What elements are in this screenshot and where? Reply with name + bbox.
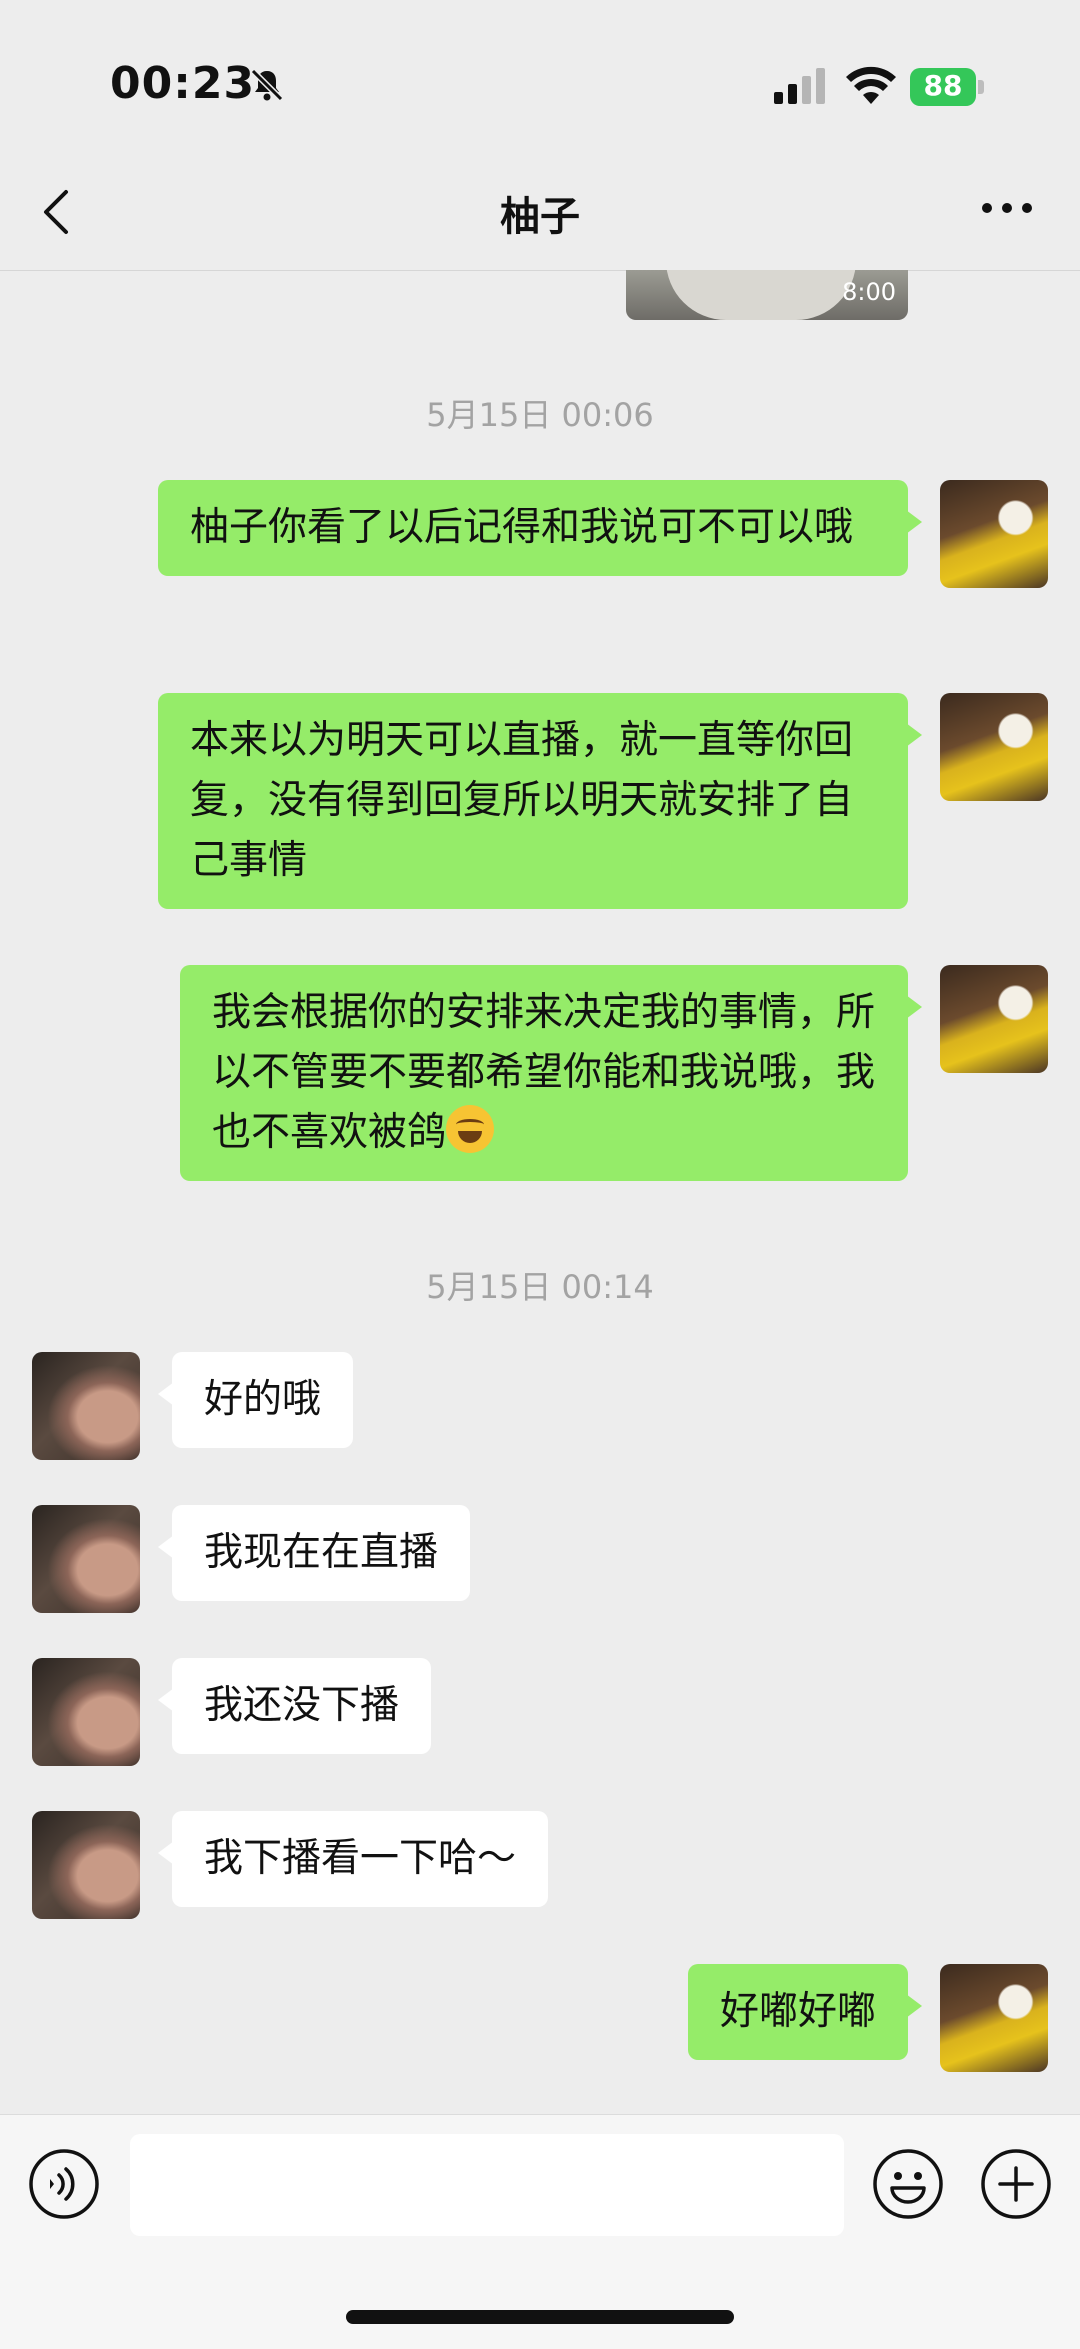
cellular-signal-icon <box>774 68 825 104</box>
my-avatar[interactable] <box>940 965 1048 1073</box>
message-text: 我还没下播 <box>204 1683 400 1728</box>
message-text: 好嘟好嘟 <box>719 1989 876 2034</box>
message-bubble-outgoing[interactable]: 好嘟好嘟 <box>687 1964 923 2060</box>
message-text: 本来以为明天可以直播，就一直等你回复，没有得到回复所以明天就安排了自己事情 <box>190 718 854 883</box>
battery-indicator: 88 <box>910 68 986 106</box>
back-icon[interactable] <box>36 186 80 238</box>
contact-avatar[interactable] <box>32 1658 140 1766</box>
battery-level: 88 <box>923 69 963 102</box>
timestamp: 5月15日 00:06 <box>426 396 654 434</box>
message-bubble-incoming[interactable]: 我还没下播 <box>157 1658 432 1754</box>
status-time: 00:23 <box>110 58 256 109</box>
my-avatar[interactable] <box>940 1964 1048 2072</box>
message-bubble-outgoing[interactable]: 本来以为明天可以直播，就一直等你回复，没有得到回复所以明天就安排了自己事情 <box>158 693 922 909</box>
wifi-icon <box>846 66 896 104</box>
message-text: 我现在在直播 <box>204 1530 439 1575</box>
message-bubble-outgoing[interactable]: 柚子你看了以后记得和我说可不可以哦 <box>158 480 922 576</box>
timestamp: 5月15日 00:14 <box>426 1268 654 1306</box>
message-text: 柚子你看了以后记得和我说可不可以哦 <box>190 505 854 550</box>
message-text: 我会根据你的安排来决定我的事情，所以不管要不要都希望你能和我说哦，我也不喜欢被鸽 <box>212 990 876 1155</box>
message-text: 我下播看一下哈～ <box>204 1836 517 1881</box>
video-duration: 8:00 <box>842 278 896 306</box>
message-bubble-incoming[interactable]: 我现在在直播 <box>157 1505 471 1601</box>
message-input[interactable] <box>130 2134 844 2236</box>
chat-title: 柚子 <box>500 194 580 240</box>
rofl-emoji-icon <box>446 1105 495 1153</box>
contact-avatar[interactable] <box>32 1811 140 1919</box>
message-bubble-incoming[interactable]: 我下播看一下哈～ <box>157 1811 549 1907</box>
message-text: 好的哦 <box>204 1377 322 1422</box>
contact-avatar[interactable] <box>32 1352 140 1460</box>
contact-avatar[interactable] <box>32 1505 140 1613</box>
silent-bell-icon <box>250 68 284 102</box>
video-message[interactable]: 8:00 <box>626 270 908 320</box>
home-indicator[interactable] <box>346 2310 734 2324</box>
voice-input-icon[interactable] <box>28 2148 100 2220</box>
my-avatar[interactable] <box>940 480 1048 588</box>
emoji-icon[interactable] <box>872 2148 944 2220</box>
more-options-icon[interactable] <box>980 196 1034 220</box>
add-icon[interactable] <box>980 2148 1052 2220</box>
my-avatar[interactable] <box>940 693 1048 801</box>
message-bubble-incoming[interactable]: 好的哦 <box>157 1352 354 1448</box>
message-bubble-outgoing[interactable]: 我会根据你的安排来决定我的事情，所以不管要不要都希望你能和我说哦，我也不喜欢被鸽 <box>180 965 922 1181</box>
